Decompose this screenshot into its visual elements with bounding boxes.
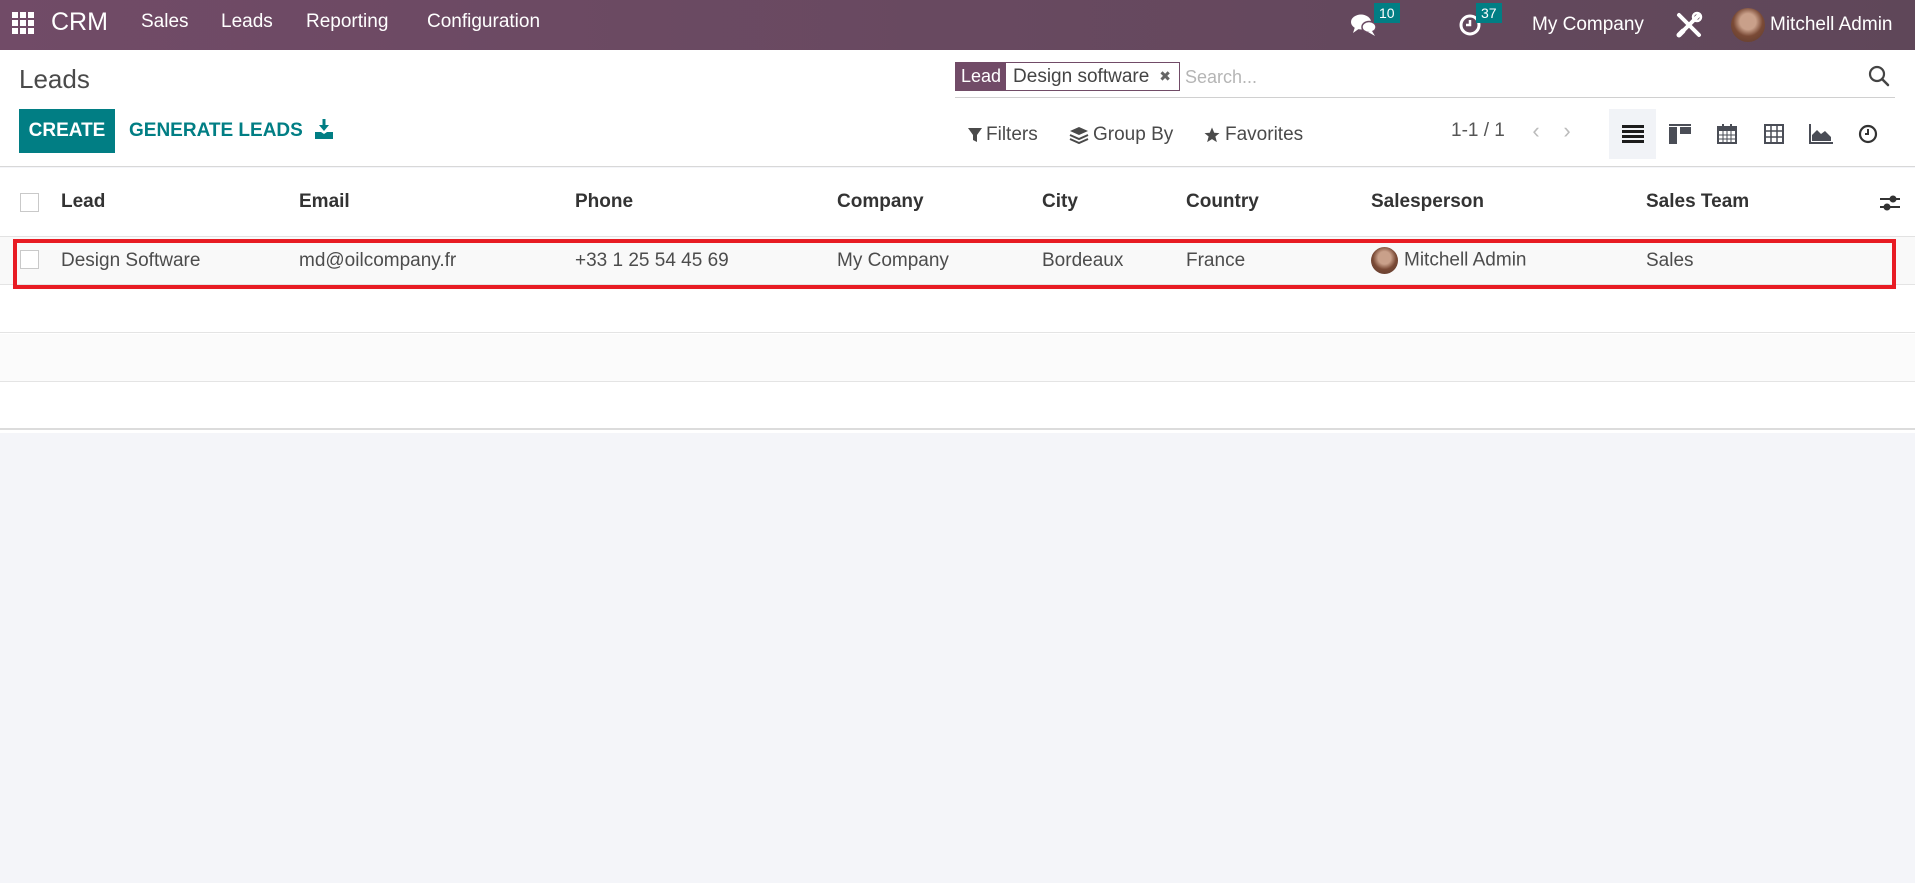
menu-leads[interactable]: Leads [221,11,273,33]
cell-company: My Company [837,250,949,271]
user-menu[interactable]: Mitchell Admin [1731,0,1893,50]
calendar-view-icon [1716,124,1737,144]
pager-next-button[interactable]: › [1557,118,1577,144]
column-header-city[interactable]: City [1042,191,1078,213]
cell-country: France [1186,250,1246,271]
salesperson-name: Mitchell Admin [1404,249,1527,271]
menu-sales[interactable]: Sales [141,11,189,33]
empty-row [0,382,1915,430]
view-list-button[interactable] [1609,109,1656,159]
control-panel: Leads CREATE GENERATE LEADS Lead Design … [0,50,1915,167]
activities-button[interactable]: 37 [1458,0,1508,50]
column-header-sales-team[interactable]: Sales Team [1646,191,1749,213]
user-name: Mitchell Admin [1770,14,1893,35]
top-navbar: CRM Sales Leads Reporting Configuration … [0,0,1915,50]
user-avatar [1731,8,1765,42]
facet-label: Lead [956,63,1007,90]
leads-list: Lead Email Phone Company City Country Sa… [0,168,1915,433]
pivot-view-icon [1763,124,1784,144]
select-all-checkbox[interactable] [20,193,39,212]
filter-icon [968,128,982,142]
search-bar: Lead Design software ✖ [955,60,1895,98]
cell-lead: Design Software [61,250,201,271]
cell-salesperson: Mitchell Admin [1371,247,1527,274]
column-header-phone[interactable]: Phone [575,191,633,213]
menu-reporting[interactable]: Reporting [306,11,388,33]
group-by-label: Group By [1093,124,1174,145]
chevron-right-icon: › [1563,118,1571,143]
company-switcher[interactable]: My Company [1532,0,1644,50]
view-pivot-button[interactable] [1750,109,1797,159]
close-icon[interactable]: ✖ [1159,63,1171,90]
app-brand[interactable]: CRM [51,8,108,37]
tools-icon [1676,11,1703,38]
layers-icon [1069,127,1089,144]
list-view-icon [1621,125,1644,143]
apps-grid-icon[interactable] [12,12,34,34]
view-kanban-button[interactable] [1656,109,1703,159]
column-header-email[interactable]: Email [299,191,350,213]
facet-value: Design software ✖ [1006,63,1180,90]
salesperson-avatar [1371,247,1398,274]
area-chart-icon [1808,124,1833,144]
messages-badge: 10 [1374,3,1400,23]
create-button[interactable]: CREATE [19,109,115,153]
filters-label: Filters [986,124,1038,145]
table-header: Lead Email Phone Company City Country Sa… [0,168,1915,237]
cell-email: md@oilcompany.fr [299,250,457,271]
search-icon[interactable] [1867,64,1891,88]
filters-button[interactable]: Filters [968,122,1038,148]
cell-sales-team: Sales [1646,250,1694,271]
column-header-country[interactable]: Country [1186,191,1259,213]
pager-previous-button[interactable]: ‹ [1526,118,1546,144]
search-facet: Lead Design software ✖ [955,62,1181,91]
cell-city: Bordeaux [1042,250,1124,271]
view-graph-button[interactable] [1797,109,1844,159]
favorites-button[interactable]: Favorites [1203,122,1303,148]
cell-phone: +33 1 25 54 45 69 [575,250,729,271]
search-input[interactable] [1185,62,1825,92]
pager-value[interactable]: 1-1 / 1 [1451,120,1505,142]
messages-button[interactable]: 10 [1350,0,1400,50]
kanban-view-icon [1668,124,1691,144]
view-activity-button[interactable] [1844,109,1891,159]
empty-row [0,285,1915,333]
star-icon [1204,127,1220,143]
sliders-icon[interactable] [1879,193,1901,213]
generate-leads-button[interactable]: GENERATE LEADS [129,109,303,153]
table-row[interactable]: Design Software md@oilcompany.fr +33 1 2… [0,237,1915,285]
empty-row [0,334,1915,382]
column-header-company[interactable]: Company [837,191,924,213]
menu-configuration[interactable]: Configuration [427,11,540,33]
favorites-label: Favorites [1225,124,1304,145]
page-title: Leads [19,64,90,94]
activities-badge: 37 [1476,3,1502,23]
column-header-lead[interactable]: Lead [61,191,105,213]
download-icon[interactable] [314,118,334,140]
column-header-salesperson[interactable]: Salesperson [1371,191,1484,213]
row-checkbox[interactable] [20,250,39,269]
facet-value-text: Design software [1013,66,1150,87]
clock-icon [1858,124,1877,144]
chevron-left-icon: ‹ [1532,118,1540,143]
view-calendar-button[interactable] [1703,109,1750,159]
debug-tools-button[interactable] [1675,0,1703,50]
group-by-button[interactable]: Group By [1069,122,1173,148]
